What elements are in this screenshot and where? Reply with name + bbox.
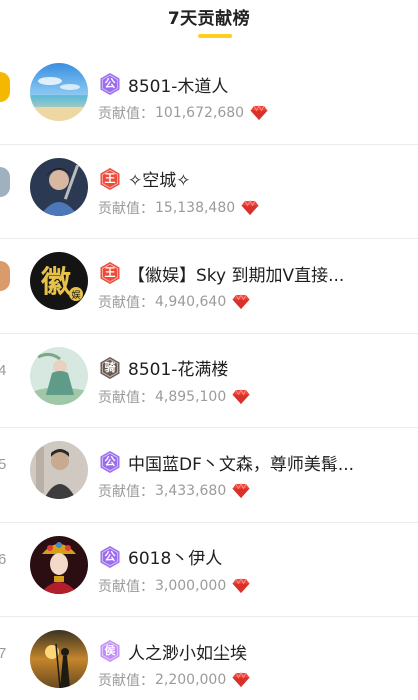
user-name[interactable]: ✧空城✧ — [128, 166, 191, 191]
contribution-line: 贡献值： 3,000,000 — [98, 576, 250, 596]
rank-indicator — [0, 261, 10, 297]
contribution-value: 2,200,000 — [155, 672, 227, 688]
avatar[interactable] — [30, 157, 88, 216]
leaderboard-row[interactable]: 7 侯人之渺小如尘埃贡献值： 2,200,000 — [0, 617, 418, 700]
contribution-line: 贡献值： 2,200,000 — [98, 670, 250, 690]
badge-label: 侯 — [104, 644, 116, 657]
badge-label: 骑 — [104, 360, 116, 374]
red-diamond-icon — [232, 483, 250, 499]
avatar[interactable] — [30, 63, 88, 121]
avatar[interactable] — [30, 346, 88, 405]
red-diamond-icon — [241, 199, 259, 216]
leaderboard-row[interactable]: 4 骑 8501-花满楼贡献值： 4,895,100 — [0, 334, 418, 428]
leaderboard-row[interactable]: 徽娱王【徽娱】Sky 到期加V直接... 贡献值： 4,940,640 — [0, 239, 418, 334]
user-name[interactable]: 【徽娱】Sky 到期加V直接... — [128, 261, 344, 286]
rank-medal-icon — [0, 261, 10, 291]
user-name[interactable]: 中国蓝DF丶文森，尊师美髯... — [128, 450, 354, 475]
badge-label: 公 — [104, 549, 116, 563]
rank-medal-icon — [0, 72, 10, 102]
red-diamond-icon — [232, 577, 250, 594]
contribution-line: 贡献值： 4,940,640 — [98, 292, 250, 312]
leaderboard-row[interactable]: 6 公 6018丶伊人贡献值： 3,000,000 — [0, 523, 418, 617]
rank-indicator — [0, 166, 10, 203]
rank-indicator — [0, 72, 10, 108]
leaderboard-list: 公 8501-木道人 贡献值： 101,672,680 王 ✧空城✧ 贡献值： 15,138,… — [0, 50, 418, 700]
red-diamond-icon — [232, 672, 250, 688]
rank-number: 7 — [0, 645, 7, 662]
tab-indicator — [198, 34, 232, 38]
contribution-line: 贡献值： 15,138,480 — [98, 198, 259, 218]
rank-badge-icon: 公 — [98, 72, 122, 96]
name-line: 骑 8501-花满楼 — [98, 355, 228, 381]
rank-number: 5 — [0, 456, 7, 473]
user-name[interactable]: 8501-花满楼 — [128, 355, 228, 380]
rank-number: 6 — [0, 550, 7, 568]
contribution-label: 贡献值： — [98, 484, 154, 500]
contribution-line: 贡献值： 101,672,680 — [98, 103, 268, 123]
page-title: 7天贡献榜 — [167, 9, 251, 29]
contribution-line: 贡献值： 4,895,100 — [98, 387, 250, 407]
contribution-value: 3,000,000 — [155, 577, 227, 594]
header: 7天贡献榜 — [0, 0, 418, 50]
badge-label: 王 — [104, 171, 116, 185]
contribution-value: 15,138,480 — [155, 199, 236, 216]
contribution-label: 贡献值： — [98, 673, 154, 689]
name-line: 侯人之渺小如尘埃 — [98, 638, 247, 664]
leaderboard-row[interactable]: 5 公中国蓝DF丶文森，尊师美髯... 贡献值： 3,433,680 — [0, 428, 418, 523]
svg-text:徽: 徽 — [40, 265, 72, 300]
avatar[interactable]: 徽娱 — [30, 252, 88, 310]
avatar[interactable] — [30, 441, 88, 499]
rank-indicator: 7 — [0, 639, 10, 675]
name-line: 公 6018丶伊人 — [98, 544, 222, 570]
red-diamond-icon — [232, 294, 250, 310]
red-diamond-icon — [250, 105, 268, 121]
contribution-label: 贡献值： — [98, 295, 154, 311]
contribution-value: 3,433,680 — [155, 483, 227, 499]
rank-indicator: 6 — [0, 545, 10, 581]
badge-label: 公 — [104, 455, 116, 468]
rank-number: 4 — [0, 361, 7, 379]
leaderboard-row[interactable]: 王 ✧空城✧ 贡献值： 15,138,480 — [0, 145, 418, 239]
user-name[interactable]: 8501-木道人 — [128, 72, 228, 97]
user-name[interactable]: 人之渺小如尘埃 — [128, 639, 247, 664]
contribution-value: 101,672,680 — [155, 105, 245, 121]
rank-badge-icon: 骑 — [98, 356, 122, 380]
rank-indicator: 5 — [0, 450, 10, 486]
red-diamond-icon — [232, 388, 250, 405]
contribution-value: 4,940,640 — [155, 294, 227, 310]
badge-label: 公 — [104, 77, 116, 90]
name-line: 王【徽娱】Sky 到期加V直接... — [98, 260, 344, 286]
rank-medal-icon — [0, 166, 10, 197]
rank-badge-icon: 公 — [98, 545, 122, 569]
rank-badge-icon: 王 — [98, 167, 122, 191]
svg-text:娱: 娱 — [71, 289, 80, 301]
name-line: 公 8501-木道人 — [98, 71, 228, 97]
contribution-line: 贡献值： 3,433,680 — [98, 481, 250, 501]
name-line: 公中国蓝DF丶文森，尊师美髯... — [98, 449, 354, 475]
badge-label: 王 — [104, 266, 116, 279]
rank-indicator: 4 — [0, 356, 10, 392]
contribution-label: 贡献值： — [98, 578, 154, 595]
leaderboard-row[interactable]: 公 8501-木道人贡献值： 101,672,680 — [0, 50, 418, 145]
avatar[interactable] — [30, 630, 88, 688]
name-line: 王 ✧空城✧ — [98, 166, 191, 192]
rank-badge-icon: 王 — [98, 261, 122, 285]
contribution-label: 贡献值： — [98, 200, 154, 217]
avatar[interactable] — [30, 535, 88, 594]
rank-badge-icon: 侯 — [98, 639, 122, 663]
rank-badge-icon: 公 — [98, 450, 122, 474]
contribution-value: 4,895,100 — [155, 388, 227, 405]
contribution-label: 贡献值： — [98, 389, 154, 406]
contribution-label: 贡献值： — [98, 106, 154, 122]
user-name[interactable]: 6018丶伊人 — [128, 544, 222, 569]
